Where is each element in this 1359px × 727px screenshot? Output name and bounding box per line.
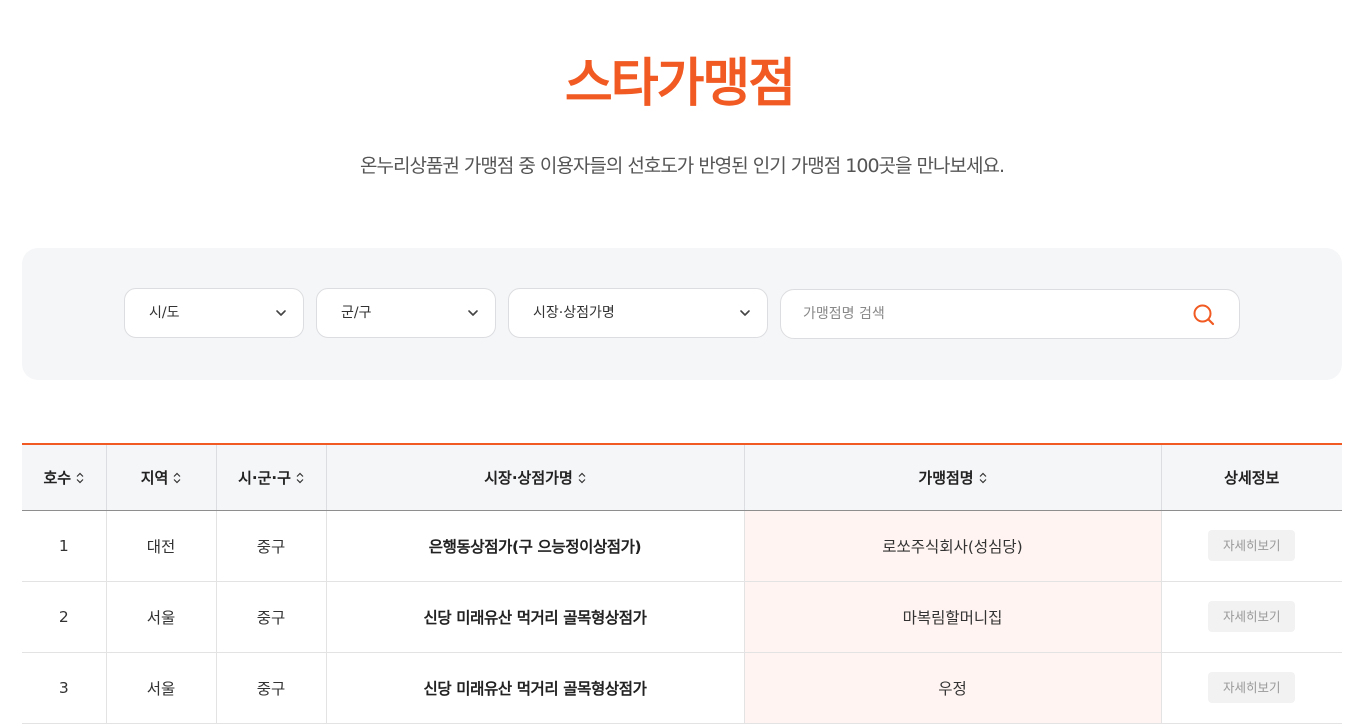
column-header-market[interactable]: 시장·상점가명	[325, 444, 744, 511]
detail-button[interactable]: 자세히보기	[1208, 672, 1296, 703]
chevron-down-icon	[740, 310, 750, 316]
detail-button[interactable]: 자세히보기	[1208, 601, 1296, 632]
column-header-detail: 상세정보	[1160, 444, 1342, 511]
store-search-box	[780, 289, 1240, 339]
gungu-select[interactable]: 군/구	[316, 288, 496, 338]
page-title: 스타가맹점	[564, 54, 796, 114]
cell-detail: 자세히보기	[1160, 510, 1342, 582]
column-header-label: 시장·상점가명	[484, 468, 573, 487]
cell-district: 중구	[215, 652, 326, 724]
sort-icon	[979, 472, 987, 484]
detail-button[interactable]: 자세히보기	[1208, 530, 1296, 561]
sort-icon	[173, 472, 181, 484]
chevron-down-icon	[468, 310, 478, 316]
cell-no: 2	[22, 581, 106, 653]
market-select[interactable]: 시장·상점가명	[508, 288, 768, 338]
cell-market: 은행동상점가(구 으능정이상점가)	[325, 510, 744, 582]
column-header-store[interactable]: 가맹점명	[743, 444, 1161, 511]
cell-region: 대전	[105, 510, 216, 582]
cell-region: 서울	[105, 652, 216, 724]
cell-store: 마복림할머니집	[743, 581, 1161, 653]
column-header-label: 시·군·구	[238, 468, 291, 487]
sort-icon	[76, 472, 84, 484]
page-subtitle: 온누리상품권 가맹점 중 이용자들의 선호도가 반영된 인기 가맹점 100곳을…	[360, 155, 1005, 177]
filter-panel: 시/도 군/구 시장·상점가명	[22, 248, 1342, 380]
cell-district: 중구	[215, 581, 326, 653]
cell-market: 신당 미래유산 먹거리 골목형상점가	[325, 581, 744, 653]
search-icon[interactable]	[1191, 302, 1217, 328]
cell-detail: 자세히보기	[1160, 652, 1342, 724]
chevron-down-icon	[276, 310, 286, 316]
market-select-label: 시장·상점가명	[533, 305, 615, 321]
cell-store: 우정	[743, 652, 1161, 724]
table-header-row: 호수 지역 시·군·구 시장·상점가명 가맹점명 상세정보	[22, 444, 1342, 511]
table-row: 2 서울 중구 신당 미래유산 먹거리 골목형상점가 마복림할머니집 자세히보기	[22, 581, 1342, 653]
cell-region: 서울	[105, 581, 216, 653]
column-header-label: 가맹점명	[918, 468, 974, 487]
cell-market: 신당 미래유산 먹거리 골목형상점가	[325, 652, 744, 724]
cell-detail: 자세히보기	[1160, 581, 1342, 653]
cell-store: 로쏘주식회사(성심당)	[743, 510, 1161, 582]
column-header-label: 호수	[43, 468, 72, 487]
column-header-no[interactable]: 호수	[22, 444, 106, 511]
column-header-label: 지역	[140, 468, 169, 487]
table-row: 1 대전 중구 은행동상점가(구 으능정이상점가) 로쏘주식회사(성심당) 자세…	[22, 510, 1342, 582]
gungu-select-label: 군/구	[341, 305, 372, 321]
column-header-region[interactable]: 지역	[105, 444, 216, 511]
column-header-district[interactable]: 시·군·구	[215, 444, 326, 511]
table-row: 3 서울 중구 신당 미래유산 먹거리 골목형상점가 우정 자세히보기	[22, 652, 1342, 724]
sido-select-label: 시/도	[149, 305, 180, 321]
store-search-input[interactable]	[803, 290, 1183, 338]
cell-district: 중구	[215, 510, 326, 582]
column-header-label: 상세정보	[1224, 468, 1280, 487]
cell-no: 1	[22, 510, 106, 582]
store-table: 호수 지역 시·군·구 시장·상점가명 가맹점명 상세정보 1 대전 중구 은행…	[22, 443, 1342, 724]
sort-icon	[296, 472, 304, 484]
sort-icon	[578, 472, 586, 484]
cell-no: 3	[22, 652, 106, 724]
sido-select[interactable]: 시/도	[124, 288, 304, 338]
